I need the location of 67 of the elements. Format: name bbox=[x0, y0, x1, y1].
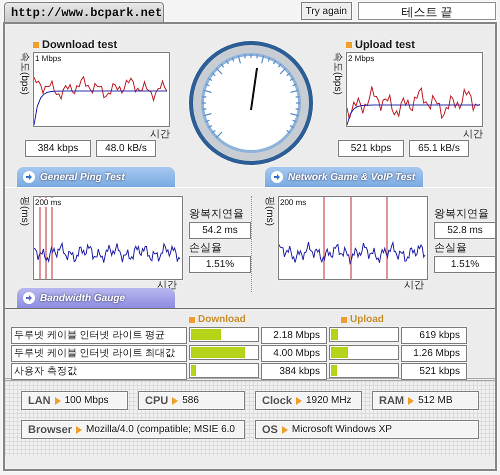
axis-label: 핑(ms) bbox=[263, 196, 276, 228]
axis-label: 시간 bbox=[404, 280, 424, 291]
scale-label: 200 ms bbox=[280, 198, 306, 207]
reading-field: 384 kbps bbox=[25, 140, 91, 157]
value-cell: 619 kbps bbox=[401, 327, 467, 344]
latency-field: 54.2 ms bbox=[189, 222, 251, 239]
loss-label: 손실율 bbox=[434, 241, 468, 255]
latency-label: 왕복지연율 bbox=[189, 207, 245, 221]
info-value: 1920 MHz bbox=[306, 395, 352, 406]
scale-label: 2 Mbps bbox=[348, 54, 374, 63]
info-value: 586 bbox=[182, 395, 199, 406]
status-field: 테스트 끝 bbox=[358, 2, 496, 20]
test-title: Download test bbox=[42, 39, 118, 51]
scale-label: 1 Mbps bbox=[35, 54, 62, 63]
row-label: 두루넷 케이블 인터넷 라이트 최대값 bbox=[11, 345, 187, 362]
site-tab[interactable]: http://www.bcpark.net bbox=[4, 2, 164, 22]
info-value: Mozilla/4.0 (compatible; MSIE 6.0 bbox=[86, 424, 235, 435]
axis-label: 시간 bbox=[463, 129, 483, 140]
column-header: Download bbox=[198, 314, 246, 325]
section-tab[interactable]: Bandwidth Gauge bbox=[17, 288, 175, 308]
axis-label: 속도(bps) bbox=[18, 52, 31, 97]
info-label: RAM bbox=[379, 394, 404, 406]
info-label: OS bbox=[262, 424, 278, 436]
triangle-icon bbox=[296, 396, 302, 404]
value-cell: 1.26 Mbps bbox=[401, 345, 467, 362]
latency-field: 52.8 ms bbox=[434, 222, 496, 239]
axis-label: 핑(ms) bbox=[18, 196, 31, 228]
triangle-icon bbox=[172, 396, 178, 404]
square-bullet-icon bbox=[341, 316, 347, 322]
section-tab[interactable]: General Ping Test bbox=[17, 167, 175, 187]
scale-label: 200 ms bbox=[35, 198, 62, 207]
loss-field: 1.51% bbox=[189, 256, 251, 273]
axis-label: 시간 bbox=[150, 129, 170, 140]
try-again-button[interactable]: Try again bbox=[300, 2, 352, 20]
reading-field: 521 kbps bbox=[338, 140, 404, 157]
loss-field: 1.51% bbox=[434, 256, 496, 273]
triangle-icon bbox=[408, 396, 414, 404]
triangle-icon bbox=[54, 396, 61, 404]
row-label: 사용자 측정값 bbox=[11, 363, 187, 380]
value-cell: 2.18 Mbps bbox=[261, 327, 327, 344]
column-header: Upload bbox=[350, 314, 384, 325]
value-cell: 4.00 Mbps bbox=[261, 345, 327, 362]
arrow-circle-icon bbox=[271, 171, 283, 183]
info-label: Browser bbox=[28, 424, 72, 436]
info-label: LAN bbox=[28, 394, 51, 406]
triangle-icon bbox=[76, 426, 82, 434]
square-bullet-icon bbox=[33, 42, 39, 48]
info-value: 100 Mbps bbox=[64, 395, 109, 406]
value-cell: 521 kbps bbox=[401, 363, 467, 380]
test-title: Upload test bbox=[355, 39, 415, 51]
arrow-circle-icon bbox=[23, 171, 35, 183]
info-value: Microsoft Windows XP bbox=[292, 424, 392, 435]
row-label: 두루넷 케이블 인터넷 라이트 평균 bbox=[11, 327, 187, 344]
info-value: 512 MB bbox=[418, 395, 453, 406]
info-label: CPU bbox=[145, 394, 168, 406]
reading-field: 48.0 kB/s bbox=[96, 140, 156, 157]
reading-field: 65.1 kB/s bbox=[409, 140, 469, 157]
square-bullet-icon bbox=[189, 316, 195, 322]
square-bullet-icon bbox=[346, 42, 352, 48]
axis-label: 속도(bps) bbox=[331, 52, 344, 97]
latency-label: 왕복지연율 bbox=[434, 207, 490, 221]
section-tab[interactable]: Network Game & VoIP Test bbox=[265, 167, 423, 187]
arrow-circle-icon bbox=[23, 292, 35, 304]
triangle-icon bbox=[282, 426, 288, 434]
value-cell: 384 kbps bbox=[261, 363, 327, 380]
loss-label: 손실율 bbox=[189, 241, 223, 255]
info-label: Clock bbox=[262, 394, 292, 406]
